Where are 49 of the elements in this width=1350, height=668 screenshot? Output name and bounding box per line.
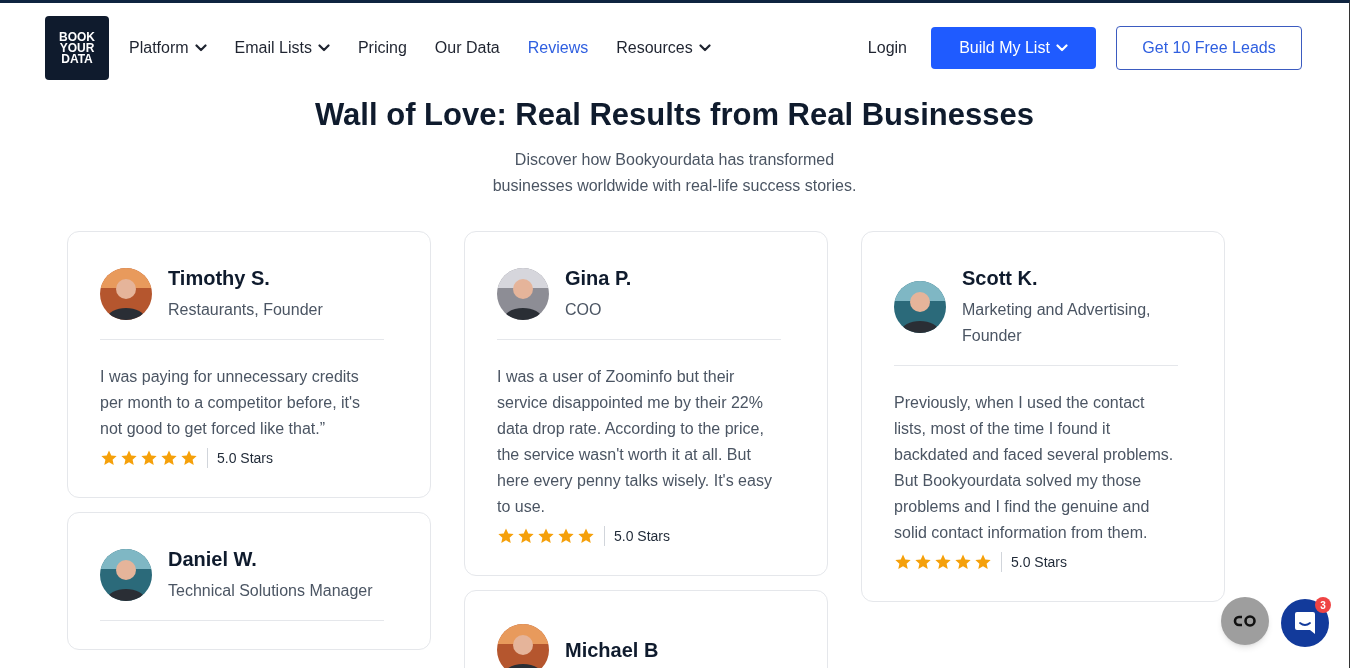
review-text: I was paying for unnecessary credits per month to a competitor before, it's not good to get forced like that.” <box>100 366 362 439</box>
star-icon <box>537 527 555 545</box>
nav-link[interactable]: Our Data <box>434 36 500 60</box>
toggle-icon <box>1232 614 1258 628</box>
rating-label: 5.0 Stars <box>217 448 274 468</box>
login-link[interactable]: Login <box>867 36 907 60</box>
logo[interactable]: BOOK YOUR DATA <box>45 16 109 80</box>
star-icon <box>557 527 575 545</box>
reviewer-role: Marketing and Advertising, Founder <box>962 299 1152 346</box>
reviewer-name: Daniel W. <box>168 546 258 572</box>
star-icon <box>974 553 992 571</box>
chat-icon <box>1294 611 1316 635</box>
reviewer-role: Restaurants, Founder <box>168 299 323 320</box>
logo-text: BOOK YOUR DATA <box>58 31 96 65</box>
nav-link[interactable]: Pricing <box>357 36 407 60</box>
nav-link[interactable]: Email Lists <box>234 36 330 60</box>
star-icon <box>914 553 932 571</box>
subtitle-text: businesses worldwide with real-life success stories. <box>492 175 857 196</box>
reviewer-name: Scott K. <box>962 265 1039 291</box>
subtitle-text: Discover how Bookyourdata has transformed <box>514 149 835 170</box>
free-leads-button[interactable]: Get 10 Free Leads <box>1116 26 1302 70</box>
chat-button[interactable]: 3 <box>1281 599 1329 647</box>
star-icon <box>100 449 118 467</box>
reviewer-role: COO <box>565 299 603 320</box>
rating-label: 5.0 Stars <box>614 526 671 546</box>
cookie-button[interactable] <box>1221 597 1269 645</box>
reviewer-role: Technical Solutions Manager <box>168 580 373 601</box>
reviewer-name: Michael B <box>565 637 659 663</box>
star-icon <box>160 449 178 467</box>
build-list-button[interactable]: Build My List <box>931 27 1096 69</box>
star-icon <box>954 553 972 571</box>
review-text: I was a user of Zoominfo but their service disappointed me by their 22% data drop rate. According to the price, the service wasn't worth it at all. But here every penny talks wisely. It's easy to use. <box>497 366 773 517</box>
star-icon <box>517 527 535 545</box>
nav-link[interactable]: Reviews <box>527 36 589 60</box>
star-icon <box>934 553 952 571</box>
star-icon <box>497 527 515 545</box>
star-icon <box>120 449 138 467</box>
page-heading: Wall of Love: Real Results from Real Businesses <box>314 96 1035 134</box>
star-icon <box>894 553 912 571</box>
reviewer-name: Gina P. <box>565 265 632 291</box>
nav-link[interactable]: Platform <box>129 36 207 60</box>
rating-label: 5.0 Stars <box>1011 552 1068 572</box>
reviewer-name: Timothy S. <box>168 265 271 291</box>
star-icon <box>140 449 158 467</box>
star-icon <box>180 449 198 467</box>
review-text: Previously, when I used the contact lists, most of the time I found it backdated and faced several problems. But Bookyourdata solved my those problems and I find the genuine and solid contact information from them. <box>894 392 1175 543</box>
notification-badge: 3 <box>1315 597 1331 613</box>
star-icon <box>577 527 595 545</box>
nav-link[interactable]: Resources <box>616 36 711 60</box>
